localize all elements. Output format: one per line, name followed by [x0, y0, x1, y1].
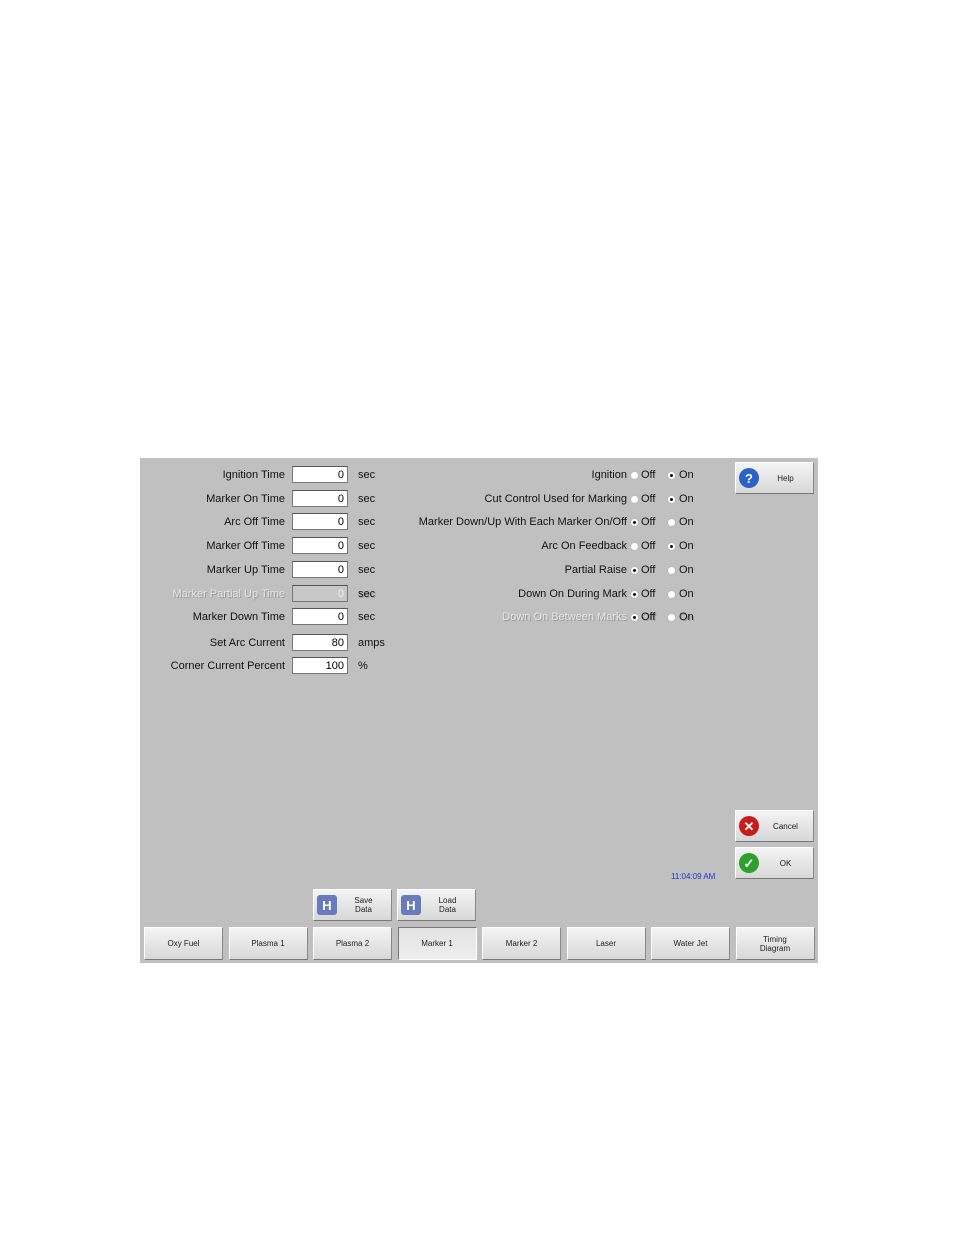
field-unit: sec: [358, 493, 376, 505]
save-data-button[interactable]: H Save Data: [313, 889, 392, 921]
option-label: Ignition: [591, 469, 627, 481]
field-label: Set Arc Current: [209, 637, 285, 649]
off-radio[interactable]: [630, 542, 639, 551]
tab-marker-2[interactable]: Marker 2: [482, 927, 561, 960]
tab-timing-diagram[interactable]: Timing Diagram: [735, 927, 815, 960]
load-disk-icon: H: [401, 895, 421, 915]
checkmark-icon: ✓: [739, 853, 759, 873]
help-button[interactable]: ? Help: [735, 462, 814, 494]
on-label: On: [679, 564, 694, 576]
field-unit: sec: [358, 588, 376, 600]
off-label: Off: [641, 516, 656, 528]
field-label: Marker Off Time: [206, 540, 285, 552]
field-input[interactable]: 0: [292, 561, 348, 578]
on-radio[interactable]: [667, 518, 676, 527]
field-label: Marker Down Time: [192, 611, 285, 623]
off-label: Off: [641, 611, 656, 623]
marker-settings-panel: Ignition Time 0 sec Marker On Time 0 sec A…: [140, 458, 818, 963]
on-radio[interactable]: [667, 566, 676, 575]
on-radio[interactable]: [667, 495, 676, 504]
field-unit: sec: [358, 564, 376, 576]
field-input[interactable]: 0: [292, 490, 348, 507]
tab-plasma-2[interactable]: Plasma 2: [313, 927, 392, 960]
option-label: Arc On Feedback: [541, 540, 627, 552]
field-label: Ignition Time: [222, 469, 285, 481]
field-label: Arc Off Time: [224, 516, 285, 528]
tab-marker-1[interactable]: Marker 1: [397, 927, 477, 960]
cancel-x-icon: ✕: [739, 816, 759, 836]
field-label: Marker Up Time: [206, 564, 285, 576]
off-label: Off: [641, 493, 656, 505]
field-input[interactable]: 0: [292, 466, 348, 483]
option-label: Marker Down/Up With Each Marker On/Off: [418, 516, 627, 528]
field-unit: %: [358, 660, 368, 672]
help-icon: ?: [739, 468, 759, 488]
field-unit: sec: [358, 540, 376, 552]
field-unit: sec: [358, 469, 376, 481]
off-radio: [630, 613, 639, 622]
off-radio[interactable]: [630, 566, 639, 575]
on-label: On: [679, 516, 694, 528]
option-label: Down On During Mark: [518, 588, 627, 600]
field-unit: sec: [358, 516, 376, 528]
tab-water-jet[interactable]: Water Jet: [651, 927, 730, 960]
field-input[interactable]: 0: [292, 537, 348, 554]
off-label: Off: [641, 564, 656, 576]
on-label: On: [679, 588, 694, 600]
on-label: On: [679, 469, 694, 481]
option-label: Down On Between Marks: [502, 611, 627, 623]
off-label: Off: [641, 540, 656, 552]
field-unit: amps: [358, 637, 385, 649]
tab-plasma-1[interactable]: Plasma 1: [228, 927, 308, 960]
cancel-button[interactable]: ✕ Cancel: [735, 810, 814, 842]
tab-laser[interactable]: Laser: [566, 927, 646, 960]
on-radio[interactable]: [667, 590, 676, 599]
option-label: Partial Raise: [564, 564, 627, 576]
field-label: Marker On Time: [206, 493, 285, 505]
off-radio[interactable]: [630, 471, 639, 480]
off-label: Off: [641, 588, 656, 600]
field-input[interactable]: 80: [292, 634, 348, 651]
off-radio[interactable]: [630, 495, 639, 504]
on-label: On: [679, 611, 694, 623]
field-input[interactable]: 0: [292, 513, 348, 530]
field-unit: sec: [358, 611, 376, 623]
field-input: 0: [292, 585, 348, 602]
clock: 11:04:09 AM: [671, 872, 716, 881]
on-label: On: [679, 493, 694, 505]
off-label: Off: [641, 469, 656, 481]
on-radio[interactable]: [667, 471, 676, 480]
on-label: On: [679, 540, 694, 552]
ok-button[interactable]: ✓ OK: [735, 847, 814, 879]
tab-oxy-fuel[interactable]: Oxy Fuel: [144, 927, 223, 960]
field-label: Corner Current Percent: [170, 660, 285, 672]
option-label: Cut Control Used for Marking: [484, 493, 627, 505]
field-label: Marker Partial Up Time: [172, 588, 285, 600]
save-disk-icon: H: [317, 895, 337, 915]
off-radio[interactable]: [630, 590, 639, 599]
field-input[interactable]: 0: [292, 608, 348, 625]
on-radio[interactable]: [667, 542, 676, 551]
on-radio: [667, 613, 676, 622]
field-input[interactable]: 100: [292, 657, 348, 674]
off-radio[interactable]: [630, 518, 639, 527]
load-data-button[interactable]: H Load Data: [397, 889, 476, 921]
